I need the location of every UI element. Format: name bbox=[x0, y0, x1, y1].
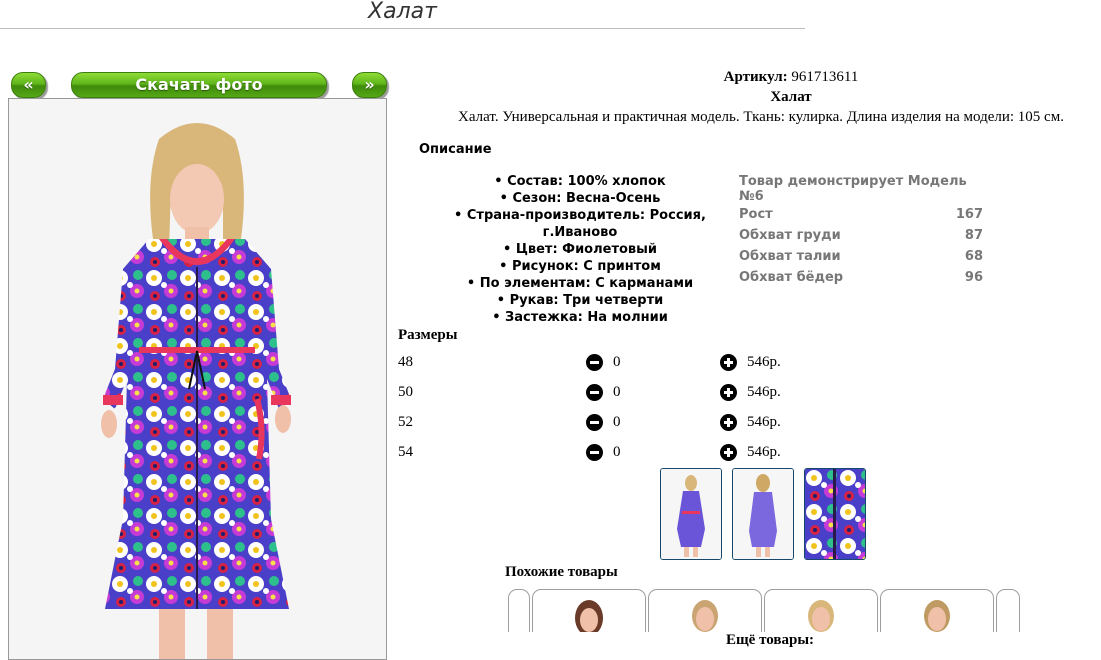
product-name: Халат bbox=[770, 89, 812, 105]
size-row: 50 0 546р. bbox=[398, 383, 798, 403]
model-measurements-table: Товар демонстрирует Модель №6 Рост 167 О… bbox=[737, 174, 985, 288]
sizes-heading: Размеры bbox=[398, 327, 458, 343]
price-value: 546р. bbox=[747, 384, 781, 400]
similar-products-heading: Похожие товары bbox=[505, 564, 618, 580]
article-line: Артикул: 961713611 bbox=[400, 69, 1101, 86]
plus-icon[interactable] bbox=[720, 354, 737, 371]
measure-value: 87 bbox=[964, 228, 983, 243]
measure-value: 167 bbox=[955, 207, 983, 222]
price-value: 546р. bbox=[747, 354, 781, 370]
attribute-item: Сезон: Весна-Осень bbox=[420, 190, 740, 207]
attribute-item: Страна-производитель: Россия, г.Иваново bbox=[420, 207, 740, 241]
minus-icon[interactable] bbox=[586, 354, 603, 371]
size-value: 54 bbox=[398, 444, 413, 460]
measure-label: Обхват талии bbox=[739, 249, 841, 264]
attribute-item: Цвет: Фиолетовый bbox=[420, 241, 740, 258]
main-product-photo[interactable] bbox=[8, 98, 387, 660]
measure-label: Обхват груди bbox=[739, 228, 841, 243]
quantity-value: 0 bbox=[613, 384, 621, 400]
attribute-list: Состав: 100% хлопок Сезон: Весна-Осень С… bbox=[420, 173, 740, 326]
thumbnail-front-image bbox=[661, 469, 721, 559]
page-title: Халат bbox=[368, 0, 437, 24]
price-value: 546р. bbox=[747, 444, 781, 460]
quantity-value: 0 bbox=[613, 414, 621, 430]
thumbnail-back-image bbox=[733, 469, 793, 559]
attribute-item: По элементам: С карманами bbox=[420, 275, 740, 292]
model-in-dress-image bbox=[9, 99, 386, 659]
minus-icon[interactable] bbox=[586, 444, 603, 461]
attribute-item: Застежка: На молнии bbox=[420, 309, 740, 326]
more-products-heading: Ещё товары: bbox=[724, 632, 817, 649]
attribute-item: Рисунок: С принтом bbox=[420, 258, 740, 275]
thumbnail-front[interactable] bbox=[660, 468, 722, 560]
quantity-value: 0 bbox=[613, 354, 621, 370]
size-row: 52 0 546р. bbox=[398, 413, 798, 433]
model-header: Товар демонстрирует Модель №6 bbox=[739, 174, 967, 204]
attribute-item: Рукав: Три четверти bbox=[420, 292, 740, 309]
thumbnail-back[interactable] bbox=[732, 468, 794, 560]
size-value: 50 bbox=[398, 384, 413, 400]
product-description: Халат. Универсальная и практичная модель… bbox=[458, 109, 1064, 125]
description-heading: Описание bbox=[419, 142, 492, 157]
minus-icon[interactable] bbox=[586, 384, 603, 401]
download-photo-button[interactable]: Скачать фото bbox=[71, 72, 327, 98]
next-product-button[interactable]: » bbox=[352, 72, 387, 98]
attribute-item: Состав: 100% хлопок bbox=[420, 173, 740, 190]
size-row: 48 0 546р. bbox=[398, 353, 798, 373]
price-value: 546р. bbox=[747, 414, 781, 430]
prev-product-button[interactable]: « bbox=[11, 72, 46, 98]
measure-value: 68 bbox=[964, 249, 983, 264]
plus-icon[interactable] bbox=[720, 384, 737, 401]
plus-icon[interactable] bbox=[720, 444, 737, 461]
article-value: 961713611 bbox=[791, 69, 859, 85]
measure-value: 96 bbox=[964, 270, 983, 285]
thumbnail-fabric[interactable] bbox=[804, 468, 866, 560]
size-value: 52 bbox=[398, 414, 413, 430]
size-row: 54 0 546р. bbox=[398, 443, 798, 463]
thumbnail-fabric-image bbox=[805, 469, 865, 559]
article-label: Артикул: bbox=[723, 69, 788, 85]
quantity-value: 0 bbox=[613, 444, 621, 460]
measure-label: Обхват бёдер bbox=[739, 270, 844, 285]
size-value: 48 bbox=[398, 354, 413, 370]
title-bar: Халат bbox=[0, 0, 805, 29]
measure-label: Рост bbox=[739, 207, 773, 222]
plus-icon[interactable] bbox=[720, 414, 737, 431]
minus-icon[interactable] bbox=[586, 414, 603, 431]
